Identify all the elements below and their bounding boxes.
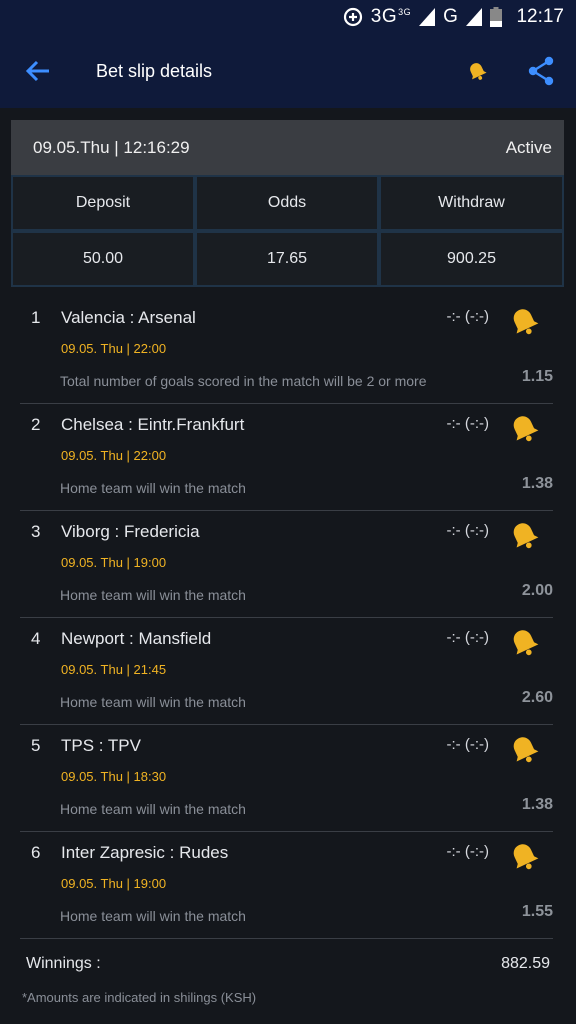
bet-number: 1: [31, 308, 41, 327]
bet-item: 1 Valencia : Arsenal -:- (-:-) 09.05. Th…: [20, 297, 553, 404]
back-arrow-icon: [25, 60, 49, 82]
bell-icon: [513, 523, 539, 549]
bet-notify-button[interactable]: [509, 734, 539, 764]
app-bar: Bet slip details: [0, 34, 576, 108]
bet-description: Home team will win the match: [60, 587, 246, 603]
bet-odds: 2.60: [521, 689, 553, 706]
match-time: 09.05. Thu | 22:00: [61, 448, 167, 463]
back-button[interactable]: [18, 51, 58, 91]
match-name: Valencia : Arsenal: [61, 308, 196, 327]
winnings-label: Winnings :: [26, 955, 101, 972]
match-time: 09.05. Thu | 18:30: [61, 769, 167, 784]
bet-odds: 1.55: [521, 903, 553, 920]
bell-icon: [513, 630, 539, 656]
bet-item: 6 Inter Zapresic : Rudes -:- (-:-) 09.05…: [20, 832, 553, 939]
bet-number: 5: [31, 736, 41, 755]
bet-list: 1 Valencia : Arsenal -:- (-:-) 09.05. Th…: [20, 297, 553, 939]
bet-number: 2: [31, 415, 41, 434]
bet-odds: 1.15: [521, 368, 553, 385]
bet-description: Total number of goals scored in the matc…: [60, 373, 427, 389]
bet-datetime: 09.05.Thu | 12:16:29: [33, 137, 190, 157]
match-time: 09.05. Thu | 22:00: [61, 341, 167, 356]
bell-icon: [513, 416, 539, 442]
match-score: -:- (-:-): [446, 415, 489, 432]
currency-note: *Amounts are indicated in shilings (KSH): [22, 990, 257, 1005]
bet-item: 2 Chelsea : Eintr.Frankfurt -:- (-:-) 09…: [20, 404, 553, 511]
bet-odds: 1.38: [521, 796, 553, 813]
bell-icon: [513, 309, 539, 335]
bet-number: 3: [31, 522, 41, 541]
match-name: Inter Zapresic : Rudes: [61, 843, 229, 862]
match-score: -:- (-:-): [446, 843, 489, 860]
bet-notify-button[interactable]: [509, 520, 539, 550]
bet-item: 4 Newport : Mansfield -:- (-:-) 09.05. T…: [20, 618, 553, 725]
match-score: -:- (-:-): [446, 522, 489, 539]
match-name: TPS : TPV: [61, 736, 141, 755]
withdraw-header: Withdraw: [379, 175, 564, 231]
bell-icon: [513, 844, 539, 870]
status-badge: Active: [505, 137, 552, 157]
match-name: Viborg : Fredericia: [61, 522, 200, 541]
bet-odds: 1.38: [521, 475, 553, 492]
bet-number: 6: [31, 843, 41, 862]
winnings-value: 882.59: [501, 955, 550, 972]
odds-value: 17.65: [195, 231, 379, 287]
network-3g-label: 3G3G: [370, 6, 412, 27]
bet-notify-button[interactable]: [509, 413, 539, 443]
share-icon: [528, 56, 554, 86]
match-time: 09.05. Thu | 19:00: [61, 876, 167, 891]
match-name: Newport : Mansfield: [61, 629, 212, 648]
notifications-button[interactable]: [460, 54, 494, 88]
bet-notify-button[interactable]: [509, 627, 539, 657]
bell-icon: [513, 737, 539, 763]
match-score: -:- (-:-): [446, 308, 489, 325]
bet-description: Home team will win the match: [60, 801, 246, 817]
battery-icon: [490, 7, 503, 27]
bet-description: Home team will win the match: [60, 694, 246, 710]
match-time: 09.05. Thu | 19:00: [61, 555, 167, 570]
odds-header: Odds: [195, 175, 379, 231]
bet-summary-card: 09.05.Thu | 12:16:29 Active Deposit Odds…: [11, 120, 564, 287]
withdraw-value: 900.25: [379, 231, 564, 287]
status-bar: 3G3G G 12:17: [0, 0, 576, 34]
bell-icon: [470, 63, 487, 80]
bet-item: 3 Viborg : Fredericia -:- (-:-) 09.05. T…: [20, 511, 553, 618]
deposit-value: 50.00: [11, 231, 195, 287]
winnings-row: Winnings : 882.59: [26, 955, 550, 973]
bet-description: Home team will win the match: [60, 480, 246, 496]
bet-item: 5 TPS : TPV -:- (-:-) 09.05. Thu | 18:30…: [20, 725, 553, 832]
page-title: Bet slip details: [96, 60, 213, 81]
summary-grid: Deposit Odds Withdraw 50.00 17.65 900.25: [11, 175, 564, 287]
signal-3g-icon: [419, 8, 436, 26]
bet-notify-button[interactable]: [509, 841, 539, 871]
bet-number: 4: [31, 629, 41, 648]
summary-header: 09.05.Thu | 12:16:29 Active: [11, 120, 564, 175]
bet-notify-button[interactable]: [509, 306, 539, 336]
share-button[interactable]: [524, 54, 558, 88]
network-g-label: G: [443, 6, 459, 27]
match-score: -:- (-:-): [446, 629, 489, 646]
bet-description: Home team will win the match: [60, 908, 246, 924]
match-time: 09.05. Thu | 21:45: [61, 662, 167, 677]
data-saver-icon: [343, 7, 363, 27]
match-name: Chelsea : Eintr.Frankfurt: [61, 415, 245, 434]
match-score: -:- (-:-): [446, 736, 489, 753]
signal-g-icon: [466, 8, 483, 26]
bet-odds: 2.00: [521, 582, 553, 599]
clock: 12:17: [516, 6, 564, 27]
deposit-header: Deposit: [11, 175, 195, 231]
